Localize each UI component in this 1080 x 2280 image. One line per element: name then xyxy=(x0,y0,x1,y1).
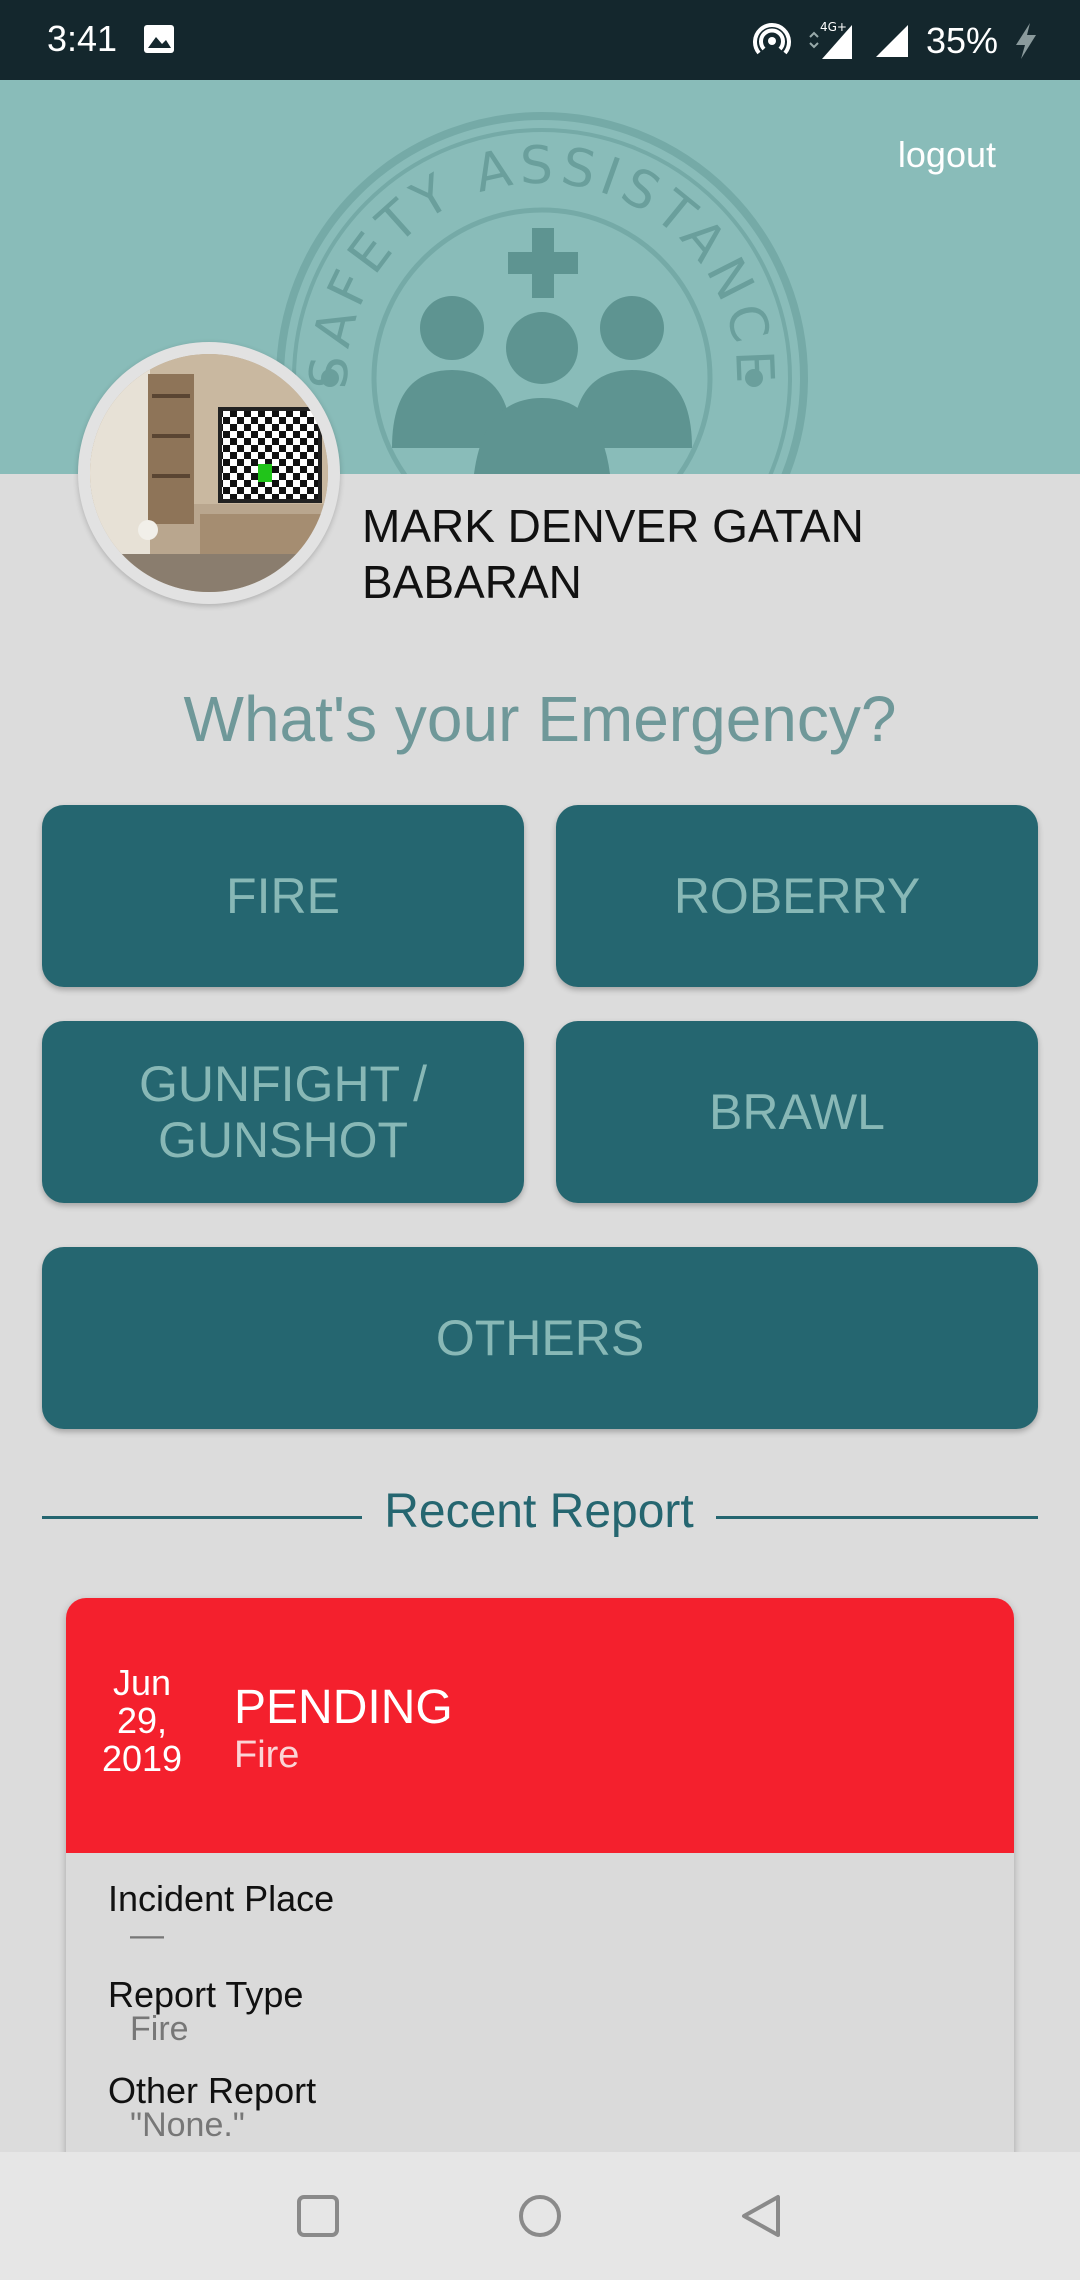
others-button[interactable]: OTHERS xyxy=(42,1247,1038,1429)
report-date-month: Jun xyxy=(112,1662,172,1703)
report-date-day: 29, xyxy=(116,1700,168,1741)
report-type-subtitle: Fire xyxy=(234,1734,300,1776)
network-type-label: 4G+ xyxy=(820,20,847,34)
user-name-line1: MARK DENVER GATAN xyxy=(362,500,864,552)
recent-report-title: Recent Report xyxy=(384,1485,694,1538)
battery-percent: 35% xyxy=(925,20,998,61)
others-button-label: OTHERS xyxy=(435,1310,645,1366)
profile-avatar[interactable] xyxy=(78,342,340,604)
report-card-header: Jun 29, 2019 PENDING Fire xyxy=(66,1598,1014,1853)
robbery-button[interactable]: ROBERRY xyxy=(556,805,1038,987)
recents-square-icon[interactable] xyxy=(294,2192,342,2240)
safety-assistance-seal-icon: SAFETY ASSISTANCE xyxy=(276,112,808,474)
signal-icon xyxy=(875,25,908,57)
divider-right xyxy=(716,1516,1038,1519)
report-date: Jun 29, 2019 xyxy=(92,1664,192,1778)
report-date-year: 2019 xyxy=(101,1738,183,1779)
incident-place-label: Incident Place xyxy=(108,1878,335,1919)
charging-icon xyxy=(1016,23,1036,59)
avatar-image xyxy=(90,354,328,592)
gunfight-button[interactable]: GUNFIGHT / GUNSHOT xyxy=(42,1021,524,1203)
gunfight-button-label-line2: GUNSHOT xyxy=(158,1112,408,1168)
image-notification-icon xyxy=(144,25,174,53)
system-nav-bar xyxy=(0,2152,1080,2280)
logout-link[interactable]: logout xyxy=(898,134,996,176)
emergency-question: What's your Emergency? xyxy=(183,683,897,755)
home-circle-icon[interactable] xyxy=(516,2192,564,2240)
other-report-value: "None." xyxy=(130,2106,245,2144)
brawl-button-label: BRAWL xyxy=(709,1084,885,1140)
status-time: 3:41 xyxy=(47,18,118,59)
report-type-value: Fire xyxy=(130,2010,189,2048)
incident-place-value: — xyxy=(130,1916,164,1954)
status-bar: 3:41 4G+ 35% xyxy=(0,0,1080,80)
user-name-line2: BABARAN xyxy=(362,556,582,608)
robbery-button-label: ROBERRY xyxy=(673,868,921,924)
status-icons: 4G+ 35% xyxy=(752,16,1040,66)
divider-left xyxy=(42,1516,362,1519)
fire-button[interactable]: FIRE xyxy=(42,805,524,987)
room-photo-icon xyxy=(90,354,328,592)
cellular-4g-icon: 4G+ xyxy=(809,20,852,59)
hotspot-icon xyxy=(753,23,791,55)
fire-button-label: FIRE xyxy=(226,868,340,924)
back-triangle-icon[interactable] xyxy=(738,2192,786,2240)
gunfight-button-label-line1: GUNFIGHT / xyxy=(139,1056,427,1112)
report-status: PENDING xyxy=(234,1681,453,1734)
user-name: MARK DENVER GATAN BABARAN xyxy=(362,498,1002,610)
brawl-button[interactable]: BRAWL xyxy=(556,1021,1038,1203)
